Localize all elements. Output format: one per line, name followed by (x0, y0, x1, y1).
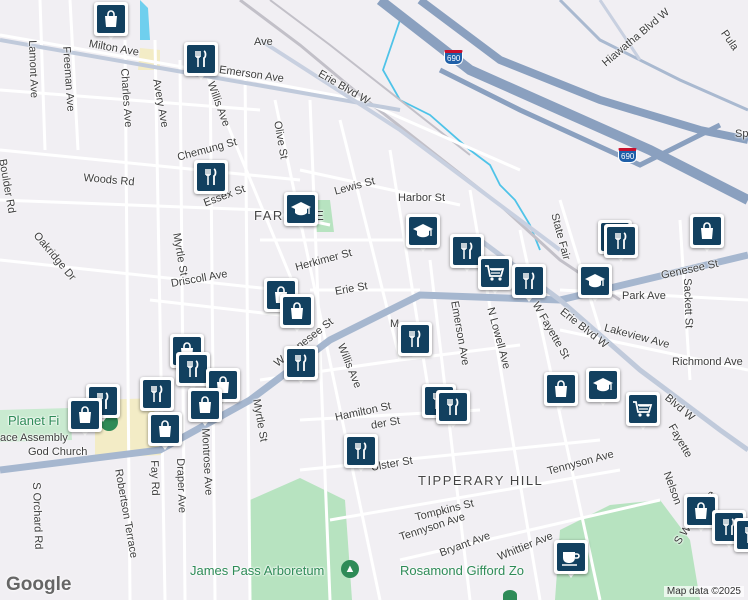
street-label: Ave (254, 36, 273, 48)
restaurant-icon (607, 227, 635, 255)
i690-shield-east: 690 (618, 148, 638, 163)
shopping-bag-icon (687, 497, 715, 525)
restaurant-icon (347, 437, 375, 465)
grocery-pin[interactable] (626, 392, 660, 432)
school-pin[interactable] (578, 264, 612, 304)
shopping-pin[interactable] (544, 372, 578, 412)
restaurant-pin[interactable] (436, 390, 470, 430)
restaurant-icon (287, 349, 315, 377)
street-label: Draper Ave (174, 458, 188, 514)
grocery-pin[interactable] (478, 256, 512, 296)
park-label: James Pass Arboretum (190, 563, 325, 578)
poi-label: God Church (28, 446, 88, 458)
cafe-pin[interactable] (554, 540, 588, 580)
school-pin[interactable] (406, 214, 440, 254)
street-label: Sackett St (681, 278, 695, 329)
map-attribution[interactable]: Map data ©2025 (663, 586, 744, 597)
shopping-pin[interactable] (188, 388, 222, 428)
restaurant-icon (737, 521, 748, 549)
street-label: Spe (735, 128, 748, 140)
poi-label: ace Assembly (0, 432, 68, 444)
restaurant-pin[interactable] (344, 434, 378, 474)
shopping-bag-icon (71, 401, 99, 429)
graduation-cap-icon (409, 217, 437, 245)
i690-shield-north: 690 (444, 50, 464, 65)
restaurant-icon (187, 45, 215, 73)
shopping-pin[interactable] (68, 398, 102, 438)
school-pin[interactable] (586, 368, 620, 408)
restaurant-icon (197, 163, 225, 191)
restaurant-icon (515, 267, 543, 295)
park-label: Rosamond Gifford Zo (400, 563, 525, 578)
school-pin[interactable] (284, 192, 318, 232)
restaurant-pin[interactable] (512, 264, 546, 304)
poi-label: Planet Fi (8, 413, 60, 428)
street-label: Fay Rd (148, 460, 162, 496)
restaurant-icon (401, 325, 429, 353)
shopping-cart-icon (481, 259, 509, 287)
shopping-bag-icon (693, 217, 721, 245)
street-label: Harbor St (398, 192, 446, 204)
shopping-pin[interactable] (280, 294, 314, 334)
shopping-cart-icon (629, 395, 657, 423)
shopping-pin[interactable] (148, 412, 182, 452)
google-logo: Google (6, 574, 72, 595)
restaurant-pin[interactable] (398, 322, 432, 362)
graduation-cap-icon (589, 371, 617, 399)
graduation-cap-icon (287, 195, 315, 223)
restaurant-pin[interactable] (140, 377, 174, 417)
street-label: S Orchard Rd (30, 482, 45, 550)
shopping-bag-icon (547, 375, 575, 403)
restaurant-pin[interactable] (184, 42, 218, 82)
restaurant-pin[interactable] (734, 518, 748, 558)
restaurant-icon (439, 393, 467, 421)
coffee-cup-icon (557, 543, 585, 571)
restaurant-pin[interactable] (176, 352, 210, 392)
shopping-pin[interactable] (94, 2, 128, 42)
street-label: Richmond Ave (672, 356, 743, 368)
restaurant-icon (179, 355, 207, 383)
restaurant-icon (143, 380, 171, 408)
shopping-bag-icon (191, 391, 219, 419)
restaurant-pin[interactable] (604, 224, 638, 264)
park-marker-icon[interactable]: ▲ (341, 560, 359, 578)
shopping-bag-icon (97, 5, 125, 33)
street-label: Lamont Ave (26, 40, 41, 99)
shopping-pin[interactable] (690, 214, 724, 254)
map-canvas[interactable]: 690 690 FAR SIDE TIPPERARY HILL James Pa… (0, 0, 748, 600)
street-label: Park Ave (622, 290, 666, 302)
neighborhood-label: TIPPERARY HILL (418, 473, 544, 488)
restaurant-pin[interactable] (284, 346, 318, 386)
shopping-bag-icon (283, 297, 311, 325)
restaurant-icon (453, 237, 481, 265)
graduation-cap-icon (581, 267, 609, 295)
shopping-bag-icon (151, 415, 179, 443)
park-marker-icon[interactable] (503, 590, 517, 600)
restaurant-pin[interactable] (194, 160, 228, 200)
